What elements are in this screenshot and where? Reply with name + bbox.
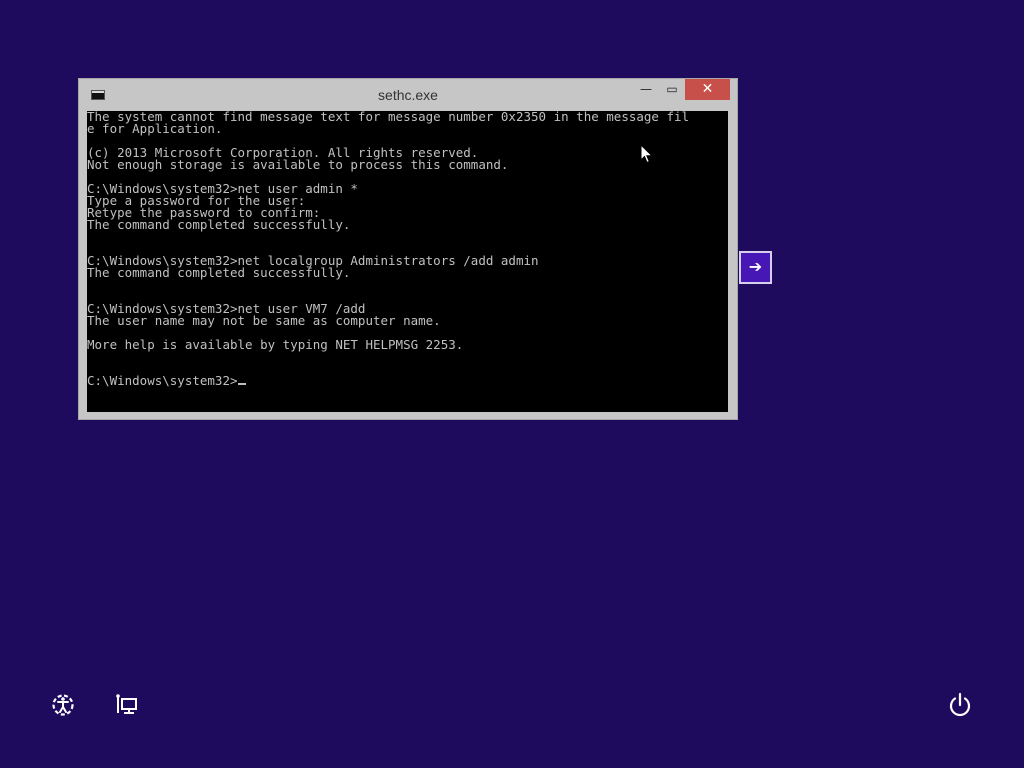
- console-line: More help is available by typing NET HEL…: [87, 337, 464, 352]
- command-prompt-line[interactable]: C:\Windows\system32>: [87, 373, 728, 388]
- next-arrow-button[interactable]: ➔: [739, 251, 772, 284]
- title-bar[interactable]: sethc.exe — ▭ ✕: [79, 79, 737, 110]
- ease-of-access-icon: [52, 694, 74, 716]
- console-output[interactable]: The system cannot find message text for …: [87, 111, 728, 412]
- ease-of-access-button[interactable]: [49, 691, 77, 719]
- console-line: The user name may not be same as compute…: [87, 313, 441, 328]
- network-button[interactable]: [113, 691, 141, 719]
- console-line: e for Application.: [87, 121, 223, 136]
- console-window[interactable]: sethc.exe — ▭ ✕ The system cannot find m…: [78, 78, 738, 420]
- prompt-text: C:\Windows\system32>: [87, 373, 238, 388]
- power-icon: [949, 692, 971, 717]
- minimize-button[interactable]: —: [633, 79, 659, 100]
- network-icon: [116, 694, 137, 714]
- console-line: Not enough storage is available to proce…: [87, 157, 509, 172]
- maximize-button[interactable]: ▭: [659, 79, 685, 100]
- mouse-pointer-icon: [640, 144, 654, 164]
- console-line: The command completed successfully.: [87, 217, 351, 232]
- close-button[interactable]: ✕: [685, 79, 730, 100]
- power-button[interactable]: [946, 691, 974, 719]
- console-line: The command completed successfully.: [87, 265, 351, 280]
- login-screen-background: sethc.exe — ▭ ✕ The system cannot find m…: [0, 0, 1024, 768]
- text-cursor: [237, 383, 246, 385]
- arrow-right-icon: ➔: [748, 257, 763, 276]
